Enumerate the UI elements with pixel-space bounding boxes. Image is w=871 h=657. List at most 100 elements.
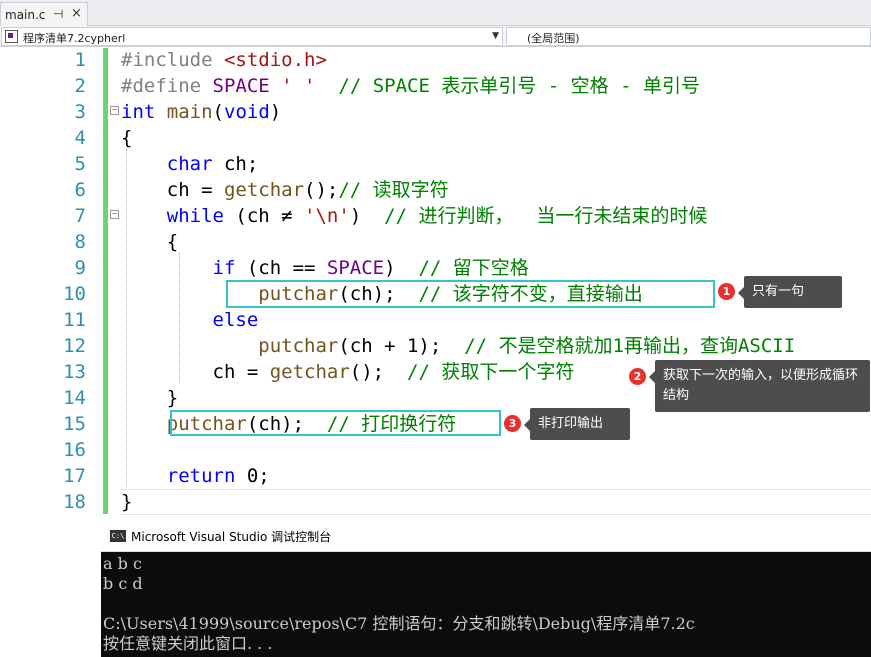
tab-label: main.c: [5, 8, 46, 22]
code-line[interactable]: char ch;: [121, 151, 259, 177]
code-token: SPACE: [326, 257, 385, 279]
line-number: 16: [63, 439, 86, 461]
current-line-highlight: [121, 489, 871, 515]
code-token: void: [224, 101, 270, 123]
line-number: 14: [63, 387, 86, 409]
code-line[interactable]: putchar(ch + 1); // 不是空格就加1再输出，查询ASCII: [121, 333, 795, 359]
code-line[interactable]: else: [121, 307, 259, 333]
code-token: ch;: [212, 153, 259, 175]
code-token: (ch ≠: [223, 205, 305, 227]
code-token: #define: [121, 75, 213, 97]
code-line[interactable]: return 0;: [121, 463, 270, 489]
code-line[interactable]: }: [121, 489, 132, 515]
code-token: putchar: [258, 335, 339, 357]
console-line: C:\Users\41999\source\repos\C7 控制语句：分支和跳…: [103, 614, 695, 633]
annotation-callout-1: 只有一句: [738, 276, 842, 308]
debug-console-window[interactable]: C:\ Microsoft Visual Studio 调试控制台 a b cb…: [101, 520, 871, 657]
code-token: (ch ==: [235, 257, 327, 279]
line-number: 9: [74, 257, 86, 279]
console-line: b c d: [103, 574, 143, 593]
line-number: 1: [74, 49, 86, 71]
console-line: a b c: [103, 554, 142, 573]
line-number: 17: [63, 465, 86, 487]
close-icon[interactable]: ×: [71, 6, 82, 21]
annotation-badge-3: 3: [504, 415, 521, 432]
code-line[interactable]: ch = getchar(); // 获取下一个字符: [121, 359, 575, 385]
code-token: // 读取字符: [338, 179, 449, 201]
line-number: 7: [74, 205, 86, 227]
code-token: ' ': [281, 75, 316, 97]
line-number: 18: [63, 491, 86, 513]
document-tab-strip: main.c ⊣ ×: [0, 0, 871, 26]
fold-toggle-main[interactable]: −: [110, 106, 119, 115]
line-number: 6: [74, 179, 86, 201]
code-token: while: [166, 205, 224, 227]
console-line: 按任意键关闭此窗口. . .: [103, 634, 273, 653]
code-token: ();: [304, 179, 339, 201]
code-token: ch =: [121, 179, 224, 201]
console-title: Microsoft Visual Studio 调试控制台: [131, 530, 332, 544]
line-number: 11: [63, 309, 86, 331]
code-token: ): [349, 205, 385, 227]
line-number: 12: [63, 335, 86, 357]
code-line[interactable]: }: [121, 385, 178, 411]
line-number: 13: [63, 361, 86, 383]
line-number: 3: [74, 101, 86, 123]
line-number: 8: [74, 231, 86, 253]
annotation-callout-3: 非打印输出: [524, 408, 630, 440]
code-line[interactable]: #define SPACE ' ' // SPACE 表示单引号 - 空格 - …: [121, 73, 700, 99]
code-token: // SPACE 表示单引号 - 空格 - 单引号: [338, 75, 700, 97]
code-token: // 不是空格就加1再输出，查询ASCII: [464, 335, 796, 357]
code-line[interactable]: if (ch == SPACE) // 留下空格: [121, 255, 529, 281]
code-token: }: [121, 387, 179, 409]
fold-toggle-while[interactable]: −: [110, 210, 119, 219]
scope-label: (全局范围): [527, 32, 580, 45]
code-token: '\n': [304, 205, 350, 227]
code-line[interactable]: {: [121, 125, 132, 151]
highlight-box-3: [170, 410, 501, 436]
code-token: // 进行判断， 当一行未结束的时候: [384, 205, 708, 227]
code-token: }: [121, 491, 133, 513]
code-token: // 获取下一个字符: [407, 361, 575, 383]
code-token: return: [166, 465, 236, 487]
code-line[interactable]: ch = getchar();// 读取字符: [121, 177, 449, 203]
code-token: if: [212, 257, 236, 279]
code-line[interactable]: #include <stdio.h>: [121, 47, 327, 73]
line-number: 15: [63, 413, 86, 435]
scope-dropdown[interactable]: (全局范围): [506, 27, 871, 46]
project-dropdown[interactable]: 程序清单7.2cypherl ▼: [1, 27, 503, 46]
code-line[interactable]: {: [121, 229, 178, 255]
code-token: int: [121, 101, 156, 123]
line-number: 2: [74, 75, 86, 97]
code-token: ): [269, 101, 282, 123]
annotation-badge-1: 1: [718, 283, 735, 300]
navigation-bar: 程序清单7.2cypherl ▼ (全局范围): [0, 26, 871, 47]
code-line[interactable]: int main(void): [121, 99, 281, 125]
console-output[interactable]: a b cb c d C:\Users\41999\source\repos\C7…: [101, 552, 871, 657]
code-line[interactable]: while (ch ≠ '\n') // 进行判断， 当一行未结束的时候: [121, 203, 708, 229]
console-title-bar[interactable]: C:\ Microsoft Visual Studio 调试控制台: [101, 520, 871, 552]
code-token: else: [212, 309, 259, 331]
chevron-down-icon[interactable]: ▼: [492, 31, 499, 41]
project-icon: [5, 30, 18, 43]
console-icon: C:\: [110, 530, 126, 542]
highlight-box-1: [226, 280, 715, 308]
code-token: #include: [121, 49, 224, 71]
code-token: (ch + 1);: [338, 335, 465, 357]
code-token: 0;: [235, 465, 270, 487]
code-token: getchar: [223, 179, 305, 201]
code-token: ): [384, 257, 419, 279]
pin-icon[interactable]: ⊣: [53, 7, 63, 21]
line-number: 10: [63, 283, 86, 305]
code-token: SPACE: [212, 75, 270, 97]
tab-main-c[interactable]: main.c ⊣ ×: [0, 2, 88, 26]
